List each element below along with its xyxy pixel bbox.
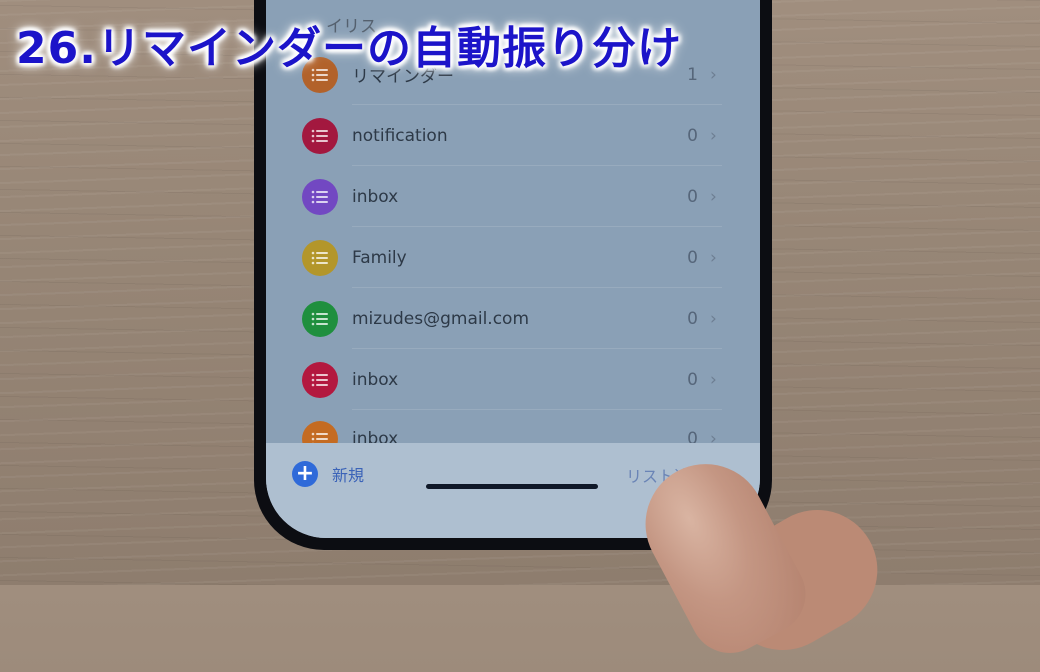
chevron-right-icon: › — [710, 308, 717, 329]
list-bullet-icon — [302, 239, 338, 276]
list-bullet-icon — [302, 178, 338, 215]
video-caption-title: 26.リマインダーの自動振り分け — [16, 23, 682, 74]
chevron-right-icon: › — [710, 64, 717, 85]
list-item[interactable]: inbox 0 › — [302, 349, 722, 410]
list-item[interactable]: notification 0 › — [302, 105, 722, 166]
new-reminder-label: 新規 — [332, 466, 365, 485]
list-count: 0 — [687, 247, 698, 268]
new-reminder-button[interactable]: + 新規 — [292, 461, 364, 487]
list-count: 0 — [687, 186, 698, 207]
list-name: inbox — [352, 186, 399, 207]
list-count: 0 — [687, 308, 698, 329]
list-count: 1 — [687, 64, 698, 85]
list-name: mizudes@gmail.com — [352, 308, 530, 329]
list-count: 0 — [687, 125, 698, 146]
home-indicator[interactable] — [426, 484, 598, 489]
list-item[interactable]: inbox 0 › — [302, 166, 722, 227]
plus-circle-icon: + — [292, 461, 318, 487]
list-bullet-icon — [302, 300, 338, 337]
list-count: 0 — [687, 369, 698, 390]
phone-screen: イリス リマインダー 1 › notification 0 › inbox 0 › Family 0… — [266, 0, 760, 538]
chevron-right-icon: › — [710, 125, 717, 146]
list-name: inbox — [352, 369, 399, 390]
list-bullet-icon — [302, 117, 338, 154]
list-item[interactable]: mizudes@gmail.com 0 › — [302, 288, 722, 349]
list-item[interactable]: Family 0 › — [302, 227, 722, 288]
list-name: Family — [352, 247, 407, 268]
chevron-right-icon: › — [710, 186, 717, 207]
chevron-right-icon: › — [710, 247, 717, 268]
list-bullet-icon — [302, 361, 338, 398]
list-name: notification — [352, 125, 448, 146]
chevron-right-icon: › — [710, 369, 717, 390]
